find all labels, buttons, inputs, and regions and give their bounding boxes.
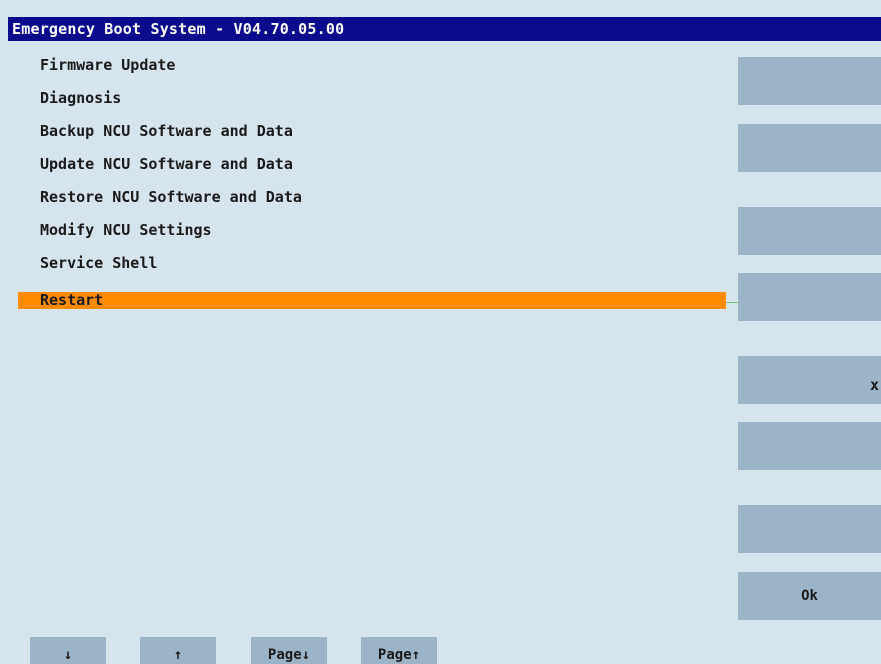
menu-item-diagnosis[interactable]: Diagnosis [18,86,726,119]
softkey-v3[interactable] [738,207,881,255]
ok-button-label: Ok [801,588,818,604]
ok-button[interactable]: Ok [738,572,881,620]
page-up-button[interactable]: Page↑ [361,637,437,664]
menu-item-service-shell[interactable]: Service Shell [18,251,726,284]
softkey-v5[interactable]: x [738,356,881,404]
page-down-button[interactable]: Page↓ [251,637,327,664]
menu-item-backup[interactable]: Backup NCU Software and Data [18,119,726,152]
menu-item-update[interactable]: Update NCU Software and Data [18,152,726,185]
menu-item-restore[interactable]: Restore NCU Software and Data [18,185,726,218]
selection-edge [726,302,738,303]
softkey-v7[interactable] [738,505,881,553]
menu-item-firmware-update[interactable]: Firmware Update [18,53,726,86]
scroll-up-button[interactable]: ↑ [140,637,216,664]
close-mark-icon: x [869,376,879,394]
softkey-v1[interactable] [738,57,881,105]
softkey-v6[interactable] [738,422,881,470]
boot-menu: Firmware Update Diagnosis Backup NCU Sof… [18,53,726,309]
window-title: Emergency Boot System - V04.70.05.00 [8,17,881,41]
menu-item-modify-settings[interactable]: Modify NCU Settings [18,218,726,251]
menu-item-restart[interactable]: Restart [18,292,726,309]
scroll-down-button[interactable]: ↓ [30,637,106,664]
softkey-v4[interactable] [738,273,881,321]
softkey-v2[interactable] [738,124,881,172]
